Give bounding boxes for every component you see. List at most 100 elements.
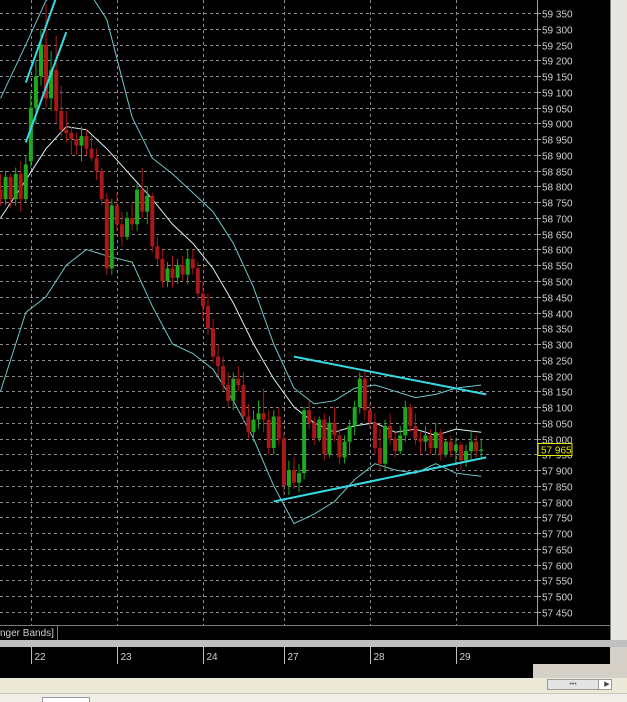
candle-body [216, 356, 221, 367]
price-tick-label: 58 600 [542, 246, 573, 257]
candle-body [322, 419, 327, 455]
candle-body [195, 268, 200, 294]
price-tick-label: 59 100 [542, 89, 573, 100]
candle-body [160, 258, 165, 281]
candle-body [200, 293, 205, 307]
candle-body [464, 451, 468, 461]
price-tick-label: 57 800 [542, 499, 573, 510]
candle-body [297, 473, 301, 483]
candle-body [94, 158, 99, 171]
candle-body [3, 177, 8, 200]
candle-body [104, 199, 109, 269]
candle-body [347, 425, 352, 442]
price-tick-label: 59 000 [542, 120, 573, 131]
candle-body [327, 422, 332, 455]
candle-body [433, 432, 438, 448]
candle-body [155, 246, 160, 259]
candle-body [281, 438, 286, 486]
candle-body [413, 425, 418, 439]
pane-divider[interactable] [0, 640, 627, 647]
candle-body [23, 164, 28, 200]
price-tick-label: 58 450 [542, 294, 573, 305]
candle-body [221, 366, 226, 385]
time-axis[interactable]: 22 23 24 27 28 29 [0, 647, 533, 664]
candle-body [302, 410, 307, 474]
candle-body [453, 444, 458, 452]
price-scale[interactable]: 59 350 59 300 59 250 59 200 59 150 59 100 59 0… [537, 0, 610, 625]
candle-body [206, 306, 210, 329]
candle-body [0, 189, 3, 200]
price-tick-label: 58 300 [542, 341, 573, 352]
time-axis-svg: 22 23 24 27 28 29 [31, 647, 471, 664]
time-tick-label: 23 [121, 652, 133, 663]
price-tick-label: 59 250 [542, 42, 573, 53]
price-tick-label: 59 050 [542, 105, 573, 116]
candle-body [383, 425, 388, 464]
candle-body [125, 218, 129, 237]
price-chart [0, 0, 537, 625]
candle-body [114, 205, 119, 225]
price-tick-label: 58 200 [542, 373, 573, 384]
candle-body [393, 438, 398, 452]
candle-body [332, 422, 337, 436]
price-tick-label: 57 550 [542, 577, 573, 588]
price-tick-label: 59 150 [542, 73, 573, 84]
time-tick-label: 24 [207, 652, 219, 663]
candle-body [185, 258, 190, 275]
indicator-label[interactable]: nger Bands] [0, 626, 58, 641]
candle-body [312, 422, 317, 439]
candle-body [428, 435, 433, 448]
current-price-label: 57 965 [541, 446, 572, 457]
price-tick-label: 58 750 [542, 199, 573, 210]
candle-body [59, 110, 64, 130]
price-tick-label: 58 950 [542, 136, 573, 147]
trendline-triangle-upper[interactable] [293, 355, 487, 396]
candle-body [226, 385, 231, 401]
candle-body [342, 441, 347, 458]
candle-body [231, 378, 236, 401]
price-tick-label: 58 800 [542, 183, 573, 194]
candle-body [145, 195, 150, 212]
candle-body [84, 136, 89, 149]
candle-body [140, 189, 145, 212]
candle-body [150, 195, 155, 247]
bollinger-bands-layer [0, 0, 482, 525]
price-tick-label: 58 350 [542, 325, 573, 336]
scroll-right-icon[interactable]: ▶ [601, 680, 613, 689]
candle-body [261, 413, 266, 420]
candle-body [236, 378, 241, 385]
candle-body [99, 170, 104, 200]
candle-body [276, 416, 281, 439]
price-tick-label: 59 300 [542, 26, 573, 37]
price-tick-label: 57 450 [542, 609, 573, 620]
candle-body [317, 419, 322, 439]
candle-body [286, 470, 291, 486]
candle-body [469, 441, 474, 452]
scroll-thumb[interactable]: ••• [548, 680, 599, 689]
candle-body [403, 407, 408, 436]
candle-body [352, 407, 357, 426]
window-right-edge [610, 0, 627, 640]
candle-body [246, 416, 251, 433]
candle-body [13, 173, 18, 200]
candle-body [109, 205, 114, 269]
candle-body [241, 385, 246, 417]
time-tick-label: 28 [374, 652, 386, 663]
price-tick-label: 58 550 [542, 262, 573, 273]
candle-body [130, 218, 135, 225]
price-tick-label: 58 400 [542, 310, 573, 321]
candle-body [8, 177, 13, 200]
price-tick-label: 57 600 [542, 562, 573, 573]
candle-body [367, 410, 372, 423]
candle-body [357, 378, 362, 408]
price-tick-label: 58 100 [542, 404, 573, 415]
candle-body [398, 435, 403, 452]
candle-body [54, 69, 59, 111]
candle-body [408, 407, 413, 426]
grid-layer [0, 0, 537, 625]
chart-plot-area[interactable] [0, 0, 537, 625]
chart-tab[interactable] [42, 697, 90, 702]
price-tick-label: 58 650 [542, 231, 573, 242]
candle-body [135, 189, 140, 225]
candle-body [180, 265, 185, 275]
